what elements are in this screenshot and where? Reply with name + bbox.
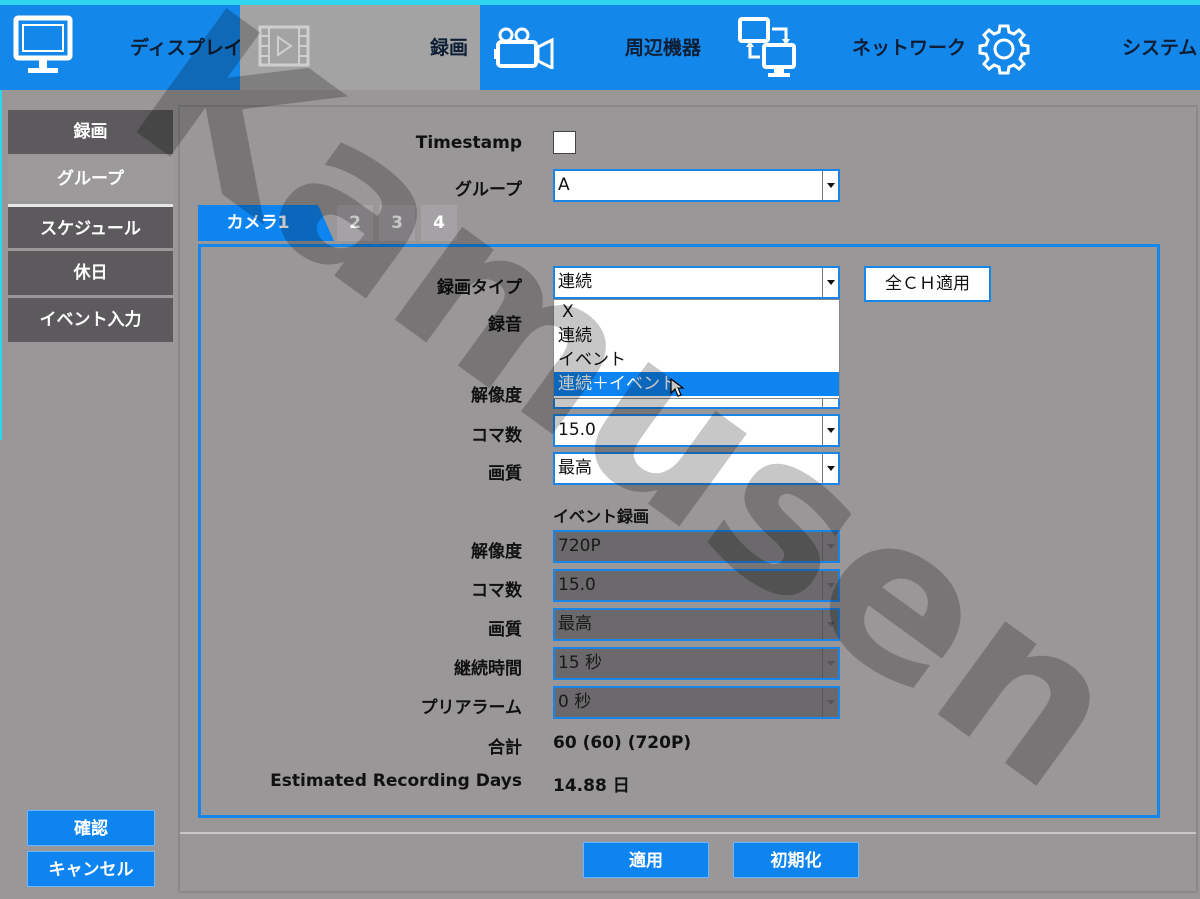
confirm-button[interactable]: 確認 [27,810,155,846]
chevron-down-icon[interactable] [822,171,838,200]
reset-button[interactable]: 初期化 [733,842,859,878]
sidebar-item-group[interactable]: グループ [8,157,173,201]
tab-camera-1[interactable]: カメラ1 [198,205,318,241]
fps-label: コマ数 [471,426,522,446]
ev-quality-value: 最高 [558,614,592,634]
dropdown-option-continuous-event[interactable]: 連続＋イベント [554,372,839,396]
ev-quality-label: 画質 [488,620,522,640]
ev-resolution-label: 解像度 [471,542,522,562]
prealarm-value: 0 秒 [558,692,592,712]
rec-type-select[interactable]: 連続 [553,266,840,299]
gear-icon [978,24,1030,75]
tab-record-label: 録画 [430,37,469,59]
prealarm-label: プリアラーム [420,698,523,718]
tab-network-label: ネットワーク [852,37,967,59]
duration-label: 継続時間 [454,659,522,679]
ev-resolution-select: 720P [553,530,840,563]
sidebar: 録画 グループ スケジュール 休日 イベント入力 [8,110,173,345]
apply-all-channels-button[interactable]: 全ＣＨ適用 [864,266,991,302]
tab-camera-2[interactable]: 2 [337,205,373,241]
group-select[interactable]: A [553,169,840,202]
fps-select[interactable]: 15.0 [553,414,840,447]
sidebar-item-record[interactable]: 録画 [8,110,173,154]
chevron-down-icon[interactable] [822,268,838,297]
chevron-down-icon [822,571,838,600]
chevron-down-icon [822,532,838,561]
ev-fps-select: 15.0 [553,569,840,602]
ev-quality-select: 最高 [553,608,840,641]
duration-select: 15 秒 [553,647,840,680]
apply-button[interactable]: 適用 [583,842,709,878]
sidebar-item-event-input[interactable]: イベント入力 [8,298,173,342]
chevron-down-icon [822,649,838,678]
group-label: グループ [455,180,522,200]
ev-fps-value: 15.0 [558,575,596,595]
quality-select[interactable]: 最高 [553,452,840,485]
timestamp-checkbox[interactable] [553,131,576,154]
top-navigation: ディスプレイ 録画 周辺機器 ネットワーク システム [0,0,1200,90]
total-label: 合計 [488,738,522,758]
tab-display[interactable]: ディスプレイ [0,5,243,90]
chevron-down-icon [822,688,838,717]
chevron-down-icon[interactable] [822,454,838,483]
total-value: 60 (60) (720P) [553,733,692,753]
est-days-label: Estimated Recording Days [270,771,522,791]
tab-peripheral-label: 周辺機器 [625,37,702,59]
resolution-label: 解像度 [471,386,522,406]
audio-label: 録音 [488,315,522,335]
tab-camera-4[interactable]: 4 [421,205,457,241]
quality-value: 最高 [558,458,592,478]
ev-fps-label: コマ数 [471,581,522,601]
rec-type-label: 録画タイプ [437,278,522,298]
event-section-title: イベント録画 [553,507,650,526]
rec-type-dropdown-list: X 連続 イベント 連続＋イベント [553,299,840,399]
prealarm-select: 0 秒 [553,686,840,719]
tab-system[interactable]: システム [960,5,1200,90]
group-select-value: A [558,175,570,195]
sidebar-item-holiday[interactable]: 休日 [8,251,173,295]
monitor-icon [13,15,73,73]
tab-camera-3[interactable]: 3 [379,205,415,241]
film-icon [258,25,310,67]
rec-type-value: 連続 [558,272,592,292]
duration-value: 15 秒 [558,653,603,673]
dropdown-option-continuous[interactable]: 連続 [554,324,839,348]
camera-icon [494,27,554,69]
quality-label: 画質 [488,464,522,484]
sidebar-item-schedule[interactable]: スケジュール [8,204,173,248]
timestamp-label: Timestamp [415,133,522,153]
tab-system-label: システム [1122,37,1198,59]
fps-value: 15.0 [558,420,596,440]
tab-corner-shape [318,205,334,241]
dropdown-option-x[interactable]: X [554,300,839,324]
chevron-down-icon [822,610,838,639]
left-edge-accent [0,90,2,440]
dropdown-option-event[interactable]: イベント [554,348,839,372]
footer-divider [180,832,1196,834]
network-icon [738,17,796,77]
tab-network[interactable]: ネットワーク [720,5,966,90]
tab-record[interactable]: 録画 [240,5,480,90]
mouse-cursor-icon [670,378,685,397]
tab-peripheral[interactable]: 周辺機器 [480,5,720,90]
chevron-down-icon[interactable] [822,416,838,445]
cancel-button[interactable]: キャンセル [27,851,155,887]
tab-display-label: ディスプレイ [130,37,243,59]
est-days-value: 14.88 日 [553,776,630,796]
ev-resolution-value: 720P [558,536,601,556]
